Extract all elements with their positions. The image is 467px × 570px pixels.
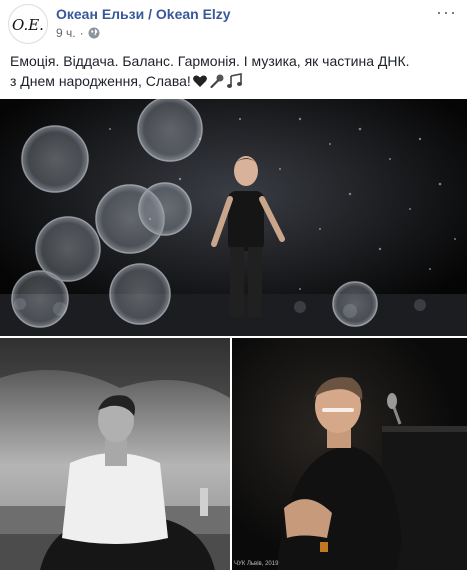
- microphone-icon: [209, 73, 225, 89]
- page-avatar[interactable]: O.E.: [8, 4, 48, 44]
- black-heart-icon: [192, 73, 208, 89]
- facebook-post: O.E. Океан Ельзи / Okean Elzy 9 ч. · ···…: [0, 0, 467, 570]
- page-name-link[interactable]: Океан Ельзи / Okean Elzy: [56, 6, 231, 22]
- piano-photo[interactable]: ЧУК Львів, 2019: [232, 338, 467, 570]
- avatar-logo: O.E.: [12, 16, 44, 34]
- svg-text:O.E.: O.E.: [12, 16, 44, 34]
- globe-icon[interactable]: [88, 27, 100, 39]
- more-options-icon[interactable]: ···: [436, 2, 457, 23]
- post-header: O.E. Океан Ельзи / Okean Elzy 9 ч. · ···: [0, 0, 467, 46]
- post-text-line-2-wrap: з Днем народження, Слава!: [10, 71, 460, 91]
- meditation-photo[interactable]: [0, 338, 230, 570]
- post-text: Емоція. Віддача. Баланс. Гармонія. І муз…: [10, 51, 460, 91]
- musical-notes-icon: [226, 73, 244, 89]
- post-text-line-2: з Днем народження, Слава!: [10, 73, 191, 89]
- post-text-line-1: Емоція. Віддача. Баланс. Гармонія. І муз…: [10, 53, 410, 69]
- concert-photo[interactable]: [0, 99, 467, 336]
- photo-caption: ЧУК Львів, 2019: [234, 561, 279, 567]
- post-timestamp[interactable]: 9 ч.: [56, 26, 76, 40]
- post-meta: 9 ч. ·: [56, 26, 100, 40]
